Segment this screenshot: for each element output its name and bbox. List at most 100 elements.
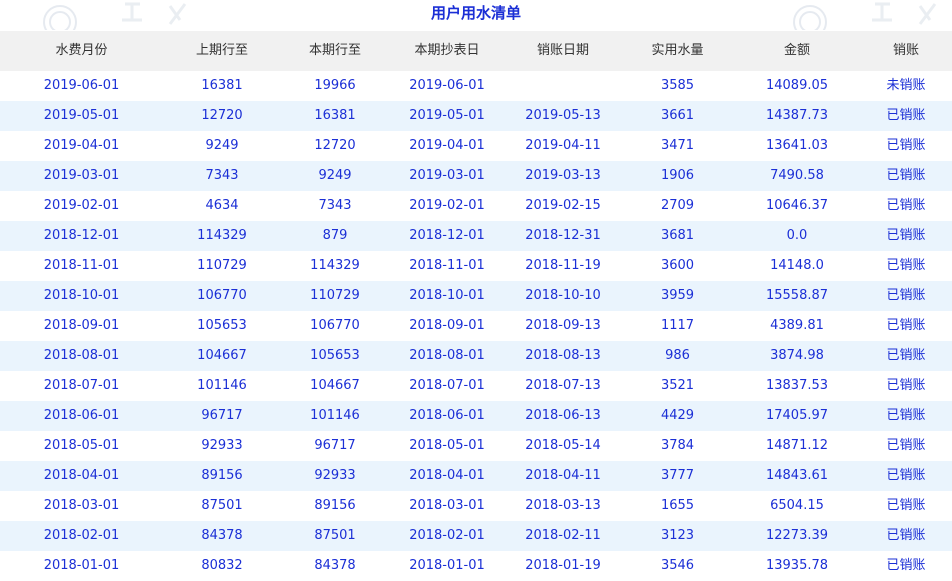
billing-month-cell: 2018-03-01: [43, 498, 120, 513]
table-row: 2018-04-01 89156 92933 2018-04-01 2018-04-11…: [0, 461, 952, 491]
usage-cell: 1655: [660, 498, 695, 513]
table-row: 2018-10-01 106770 110729 2018-10-01 2018-10-…: [0, 281, 952, 311]
billing-month-cell: 2018-01-01: [43, 558, 120, 573]
billing-month-cell: 2018-07-01: [43, 378, 120, 393]
settlement-status-link[interactable]: 已销账: [860, 281, 952, 311]
table-row: 2018-02-01 84378 87501 2018-02-01 2018-02-11…: [0, 521, 952, 551]
previous-reading-cell: 16381: [201, 78, 243, 93]
billing-month-cell: 2019-06-01: [43, 78, 120, 93]
amount-cell: 13837.53: [765, 378, 829, 393]
amount-cell: 4389.81: [770, 318, 824, 333]
current-reading-cell: 101146: [310, 408, 360, 423]
table-row: 2018-03-01 87501 89156 2018-03-01 2018-03-13…: [0, 491, 952, 521]
amount-cell: 3874.98: [770, 348, 824, 363]
settlement-status-link[interactable]: 已销账: [860, 401, 952, 431]
settlement-date-cell: 2018-11-19: [525, 258, 601, 273]
table-row: 2018-09-01 105653 106770 2018-09-01 2018-09-…: [0, 311, 952, 341]
billing-month-cell: 2018-08-01: [43, 348, 120, 363]
amount-cell: 14871.12: [765, 438, 829, 453]
column-header-settlement-date: 销账日期: [536, 43, 589, 58]
table-header: 水费月份 上期行至 本期行至 本期抄表日 销账日期 实用水量 金额 销账: [0, 31, 952, 71]
table-row: 2018-08-01 104667 105653 2018-08-01 2018-08-…: [0, 341, 952, 371]
reading-date-cell: 2018-10-01: [409, 288, 485, 303]
amount-cell: 0.0: [786, 228, 808, 243]
previous-reading-cell: 89156: [201, 468, 243, 483]
usage-cell: 2709: [660, 198, 695, 213]
settlement-status-link[interactable]: 已销账: [860, 191, 952, 221]
watermark-logo-icon: [43, 2, 187, 30]
previous-reading-cell: 110729: [197, 258, 247, 273]
settlement-date-cell: 2019-02-15: [525, 198, 601, 213]
settlement-status-link[interactable]: 已销账: [860, 311, 952, 341]
settlement-status-link[interactable]: 未销账: [860, 71, 952, 101]
table-row: 2019-06-01 16381 19966 2019-06-01 3585 14089.…: [0, 71, 952, 101]
reading-date-cell: 2018-02-01: [409, 528, 485, 543]
current-reading-cell: 84378: [314, 558, 356, 573]
settlement-status-link[interactable]: 已销账: [860, 221, 952, 251]
settlement-status-link[interactable]: 已销账: [860, 251, 952, 281]
current-reading-cell: 92933: [314, 468, 356, 483]
reading-date-cell: 2018-06-01: [409, 408, 485, 423]
amount-cell: 6504.15: [770, 498, 824, 513]
amount-cell: 14089.05: [765, 78, 829, 93]
amount-cell: 10646.37: [765, 198, 829, 213]
settlement-status-link[interactable]: 已销账: [860, 371, 952, 401]
billing-month-cell: 2018-04-01: [43, 468, 120, 483]
settlement-status-link[interactable]: 已销账: [860, 101, 952, 131]
settlement-date-cell: 2018-06-13: [525, 408, 601, 423]
reading-date-cell: 2018-01-01: [409, 558, 485, 573]
amount-cell: 14387.73: [765, 108, 829, 123]
amount-cell: 14843.61: [765, 468, 829, 483]
billing-month-cell: 2018-05-01: [43, 438, 120, 453]
settlement-status-link[interactable]: 已销账: [860, 131, 952, 161]
reading-date-cell: 2018-09-01: [409, 318, 485, 333]
usage-cell: 3521: [660, 378, 695, 393]
billing-month-cell: 2019-05-01: [43, 108, 120, 123]
table-row: 2019-04-01 9249 12720 2019-04-01 2019-04-11 3…: [0, 131, 952, 161]
settlement-date-cell: 2018-08-13: [525, 348, 601, 363]
settlement-status-link[interactable]: 已销账: [860, 341, 952, 371]
amount-cell: 14148.0: [770, 258, 824, 273]
amount-cell: 13935.78: [765, 558, 829, 573]
reading-date-cell: 2018-12-01: [409, 228, 485, 243]
amount-cell: 7490.58: [770, 168, 824, 183]
usage-cell: 3123: [660, 528, 695, 543]
previous-reading-cell: 101146: [197, 378, 247, 393]
billing-month-cell: 2018-06-01: [43, 408, 120, 423]
settlement-date-cell: 2018-07-13: [525, 378, 601, 393]
reading-date-cell: 2019-05-01: [409, 108, 485, 123]
reading-date-cell: 2018-08-01: [409, 348, 485, 363]
current-reading-cell: 114329: [310, 258, 360, 273]
reading-date-cell: 2018-07-01: [409, 378, 485, 393]
table-row: 2018-07-01 101146 104667 2018-07-01 2018-07-…: [0, 371, 952, 401]
settlement-status-link[interactable]: 已销账: [860, 521, 952, 551]
usage-cell: 3585: [660, 78, 695, 93]
current-reading-cell: 106770: [310, 318, 360, 333]
amount-cell: 13641.03: [765, 138, 829, 153]
previous-reading-cell: 12720: [201, 108, 243, 123]
usage-cell: 1906: [660, 168, 695, 183]
usage-cell: 4429: [660, 408, 695, 423]
settlement-status-link[interactable]: 已销账: [860, 461, 952, 491]
billing-month-cell: 2018-12-01: [43, 228, 120, 243]
usage-cell: 3546: [660, 558, 695, 573]
settlement-status-link[interactable]: 已销账: [860, 161, 952, 191]
amount-cell: 15558.87: [765, 288, 829, 303]
previous-reading-cell: 92933: [201, 438, 243, 453]
page-title: 用户用水清单: [430, 4, 521, 22]
settlement-status-link[interactable]: 已销账: [860, 491, 952, 521]
reading-date-cell: 2018-03-01: [409, 498, 485, 513]
settlement-date-cell: 2019-03-13: [525, 168, 601, 183]
current-reading-cell: 105653: [310, 348, 360, 363]
settlement-date-cell: 2018-04-11: [525, 468, 601, 483]
billing-month-cell: 2018-09-01: [43, 318, 120, 333]
table-row: 2018-05-01 92933 96717 2018-05-01 2018-05-14…: [0, 431, 952, 461]
column-header-billing-month: 水费月份: [55, 43, 108, 58]
amount-cell: 12273.39: [765, 528, 829, 543]
billing-month-cell: 2018-11-01: [43, 258, 120, 273]
billing-month-cell: 2019-04-01: [43, 138, 120, 153]
previous-reading-cell: 9249: [205, 138, 239, 153]
settlement-status-link[interactable]: 已销账: [860, 551, 952, 581]
previous-reading-cell: 7343: [205, 168, 239, 183]
settlement-status-link[interactable]: 已销账: [860, 431, 952, 461]
